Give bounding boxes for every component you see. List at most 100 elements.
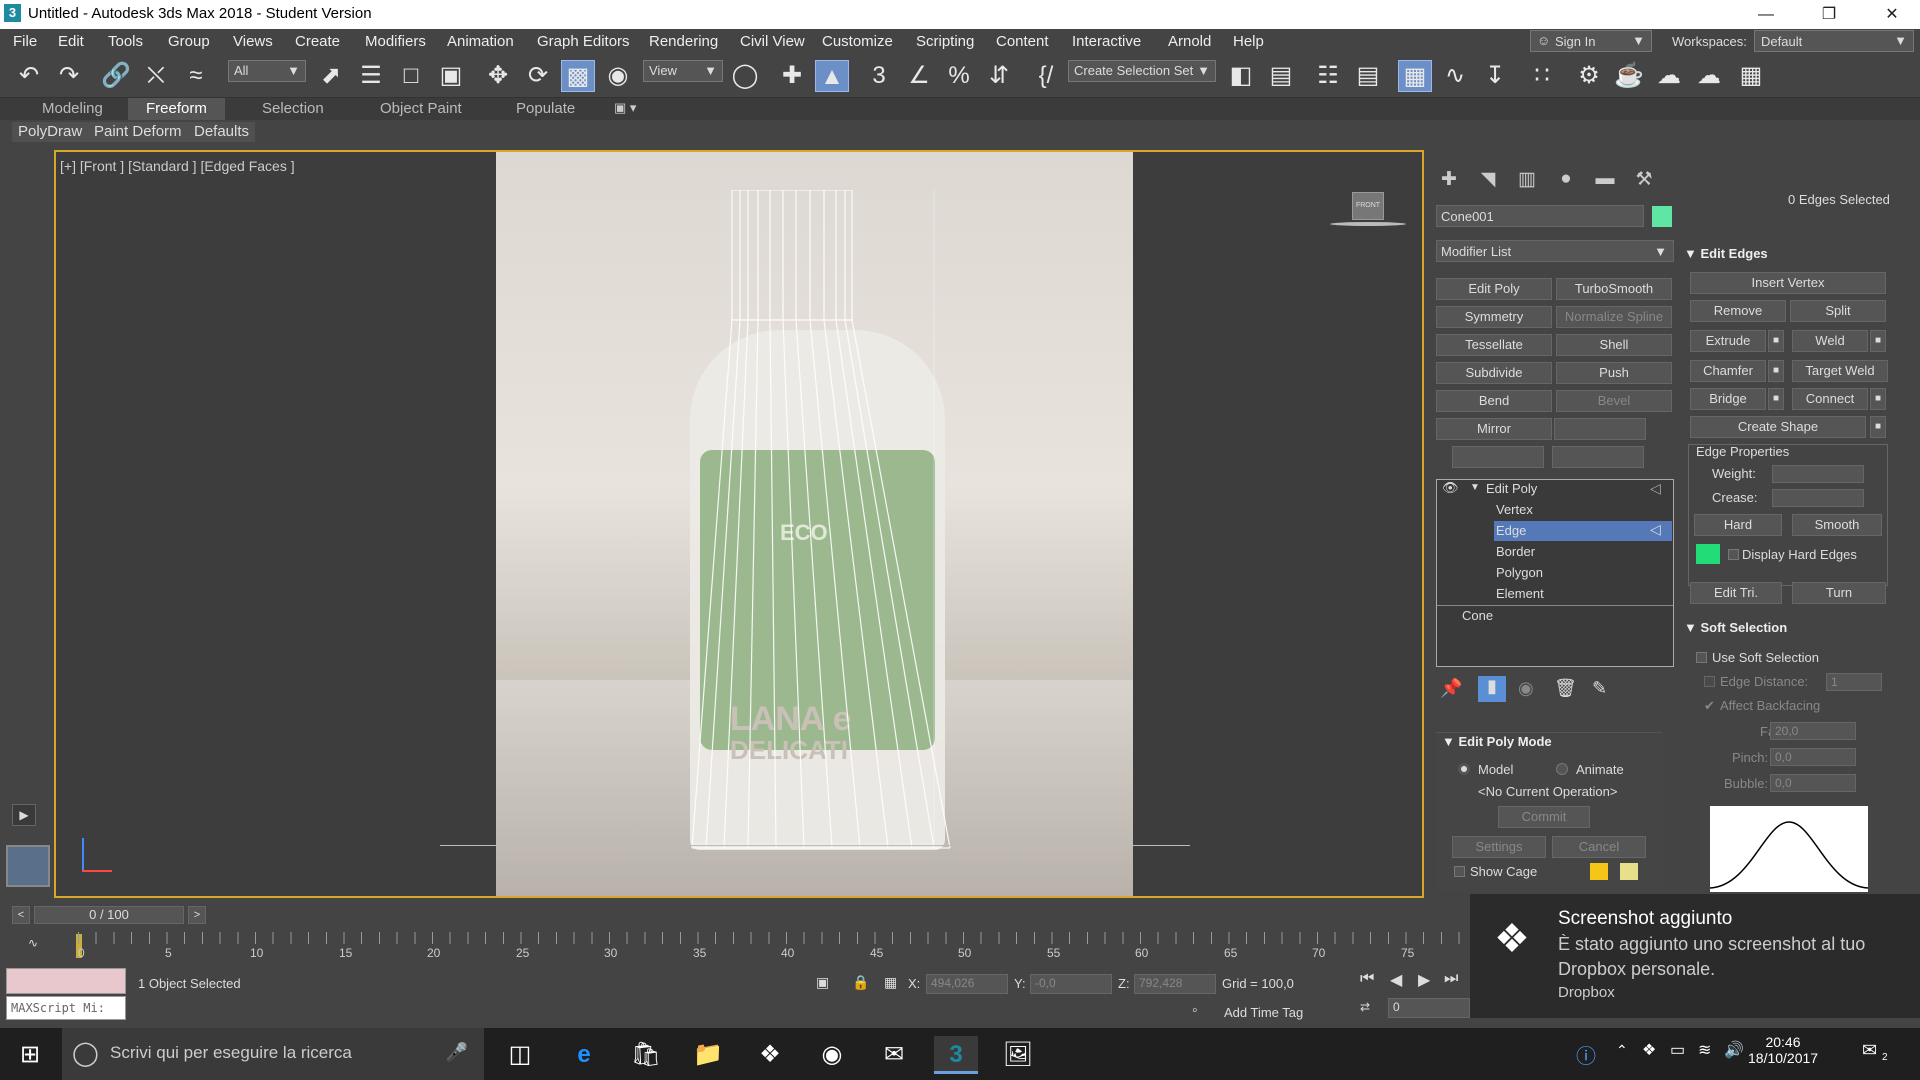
- mirror-button[interactable]: Mirror: [1436, 418, 1552, 440]
- menu-customize[interactable]: Customize: [822, 33, 893, 50]
- empty-modifier-button[interactable]: [1452, 446, 1544, 468]
- show-cage-checkbox[interactable]: [1454, 866, 1465, 877]
- absolute-mode-icon[interactable]: ▦: [884, 974, 897, 991]
- eye-icon[interactable]: 👁: [1442, 480, 1459, 496]
- utilities-tab-icon[interactable]: ⚒: [1627, 168, 1661, 194]
- percent-snap-icon[interactable]: %: [942, 60, 976, 92]
- edit-tri-button[interactable]: Edit Tri.: [1690, 582, 1782, 604]
- menu-group[interactable]: Group: [168, 33, 210, 50]
- stack-border[interactable]: Border: [1496, 542, 1535, 562]
- minimize-button[interactable]: —: [1740, 0, 1792, 29]
- edit-poly-button[interactable]: Edit Poly: [1436, 278, 1552, 300]
- soft-selection-title[interactable]: ▼ Soft Selection: [1684, 620, 1787, 635]
- edit-edges-title[interactable]: ▼ Edit Edges: [1684, 246, 1768, 261]
- file-explorer-icon[interactable]: 📁: [686, 1036, 730, 1074]
- angle-snap-icon[interactable]: ∠: [902, 60, 936, 92]
- menu-content[interactable]: Content: [996, 33, 1049, 50]
- dropbox-taskbar-icon[interactable]: ❖: [748, 1036, 792, 1074]
- tab-populate[interactable]: Populate: [516, 100, 575, 117]
- chamfer-settings-icon[interactable]: ■: [1768, 360, 1784, 382]
- hierarchy-tab-icon[interactable]: ▥: [1510, 168, 1544, 194]
- tessellate-button[interactable]: Tessellate: [1436, 334, 1552, 356]
- edge-distance-checkbox[interactable]: [1704, 676, 1715, 687]
- symmetry-button[interactable]: Symmetry: [1436, 306, 1552, 328]
- curve-editor-icon[interactable]: ∿: [1438, 60, 1472, 92]
- edge-distance-spinner[interactable]: 1: [1826, 673, 1882, 691]
- insert-vertex-button[interactable]: Insert Vertex: [1690, 272, 1886, 294]
- stack-edge[interactable]: Edge: [1496, 521, 1526, 541]
- menu-help[interactable]: Help: [1233, 33, 1264, 50]
- motion-tab-icon[interactable]: ●: [1549, 168, 1583, 194]
- place-icon[interactable]: ◉: [601, 60, 635, 92]
- goto-start-icon[interactable]: ⏮: [1360, 970, 1374, 988]
- menu-animation[interactable]: Animation: [447, 33, 514, 50]
- use-soft-selection-checkbox[interactable]: [1696, 652, 1707, 663]
- battery-icon[interactable]: ▭: [1670, 1040, 1685, 1060]
- menu-file[interactable]: File: [13, 33, 37, 50]
- time-slider[interactable]: 0 / 100: [34, 906, 184, 924]
- viewport-layout-tab[interactable]: [6, 845, 50, 887]
- layer-explorer-icon[interactable]: ▤: [1351, 60, 1385, 92]
- turn-button[interactable]: Turn: [1792, 582, 1886, 604]
- create-tab-icon[interactable]: ✚: [1432, 168, 1466, 194]
- render-production-icon[interactable]: ☁: [1652, 60, 1686, 92]
- volume-icon[interactable]: 🔊: [1724, 1040, 1744, 1060]
- polydraw-panel[interactable]: PolyDraw: [12, 122, 89, 142]
- bend-button[interactable]: Bend: [1436, 390, 1552, 412]
- maxscript-listener-pink[interactable]: [6, 968, 126, 994]
- split-button[interactable]: Split: [1790, 300, 1886, 322]
- connect-button[interactable]: Connect: [1792, 388, 1868, 410]
- help-tray-icon[interactable]: ⓘ: [1576, 1040, 1596, 1069]
- scene-explorer-icon[interactable]: ☷: [1311, 60, 1345, 92]
- curve-editor-mini-icon[interactable]: ∿: [28, 936, 38, 950]
- pinch-spinner[interactable]: 0,0: [1770, 748, 1856, 766]
- hard-edge-color-swatch[interactable]: [1696, 544, 1720, 564]
- object-color-swatch[interactable]: [1652, 206, 1672, 227]
- mail-icon[interactable]: ✉: [872, 1036, 916, 1074]
- create-shape-button[interactable]: Create Shape: [1690, 416, 1866, 438]
- render-activeshade-icon[interactable]: ☁: [1692, 60, 1726, 92]
- dropbox-tray-icon[interactable]: ❖: [1642, 1040, 1656, 1060]
- toggle-ribbon-icon[interactable]: ▦: [1398, 60, 1432, 92]
- defaults-panel[interactable]: Defaults: [188, 122, 256, 142]
- snaps-toggle-icon[interactable]: 3: [862, 60, 896, 92]
- photos-icon[interactable]: 🖼: [996, 1036, 1040, 1074]
- bubble-spinner[interactable]: 0,0: [1770, 774, 1856, 792]
- show-end-result-icon[interactable]: ▮: [1478, 676, 1506, 702]
- bind-space-warp-icon[interactable]: ≈: [179, 60, 213, 92]
- menu-scripting[interactable]: Scripting: [916, 33, 974, 50]
- spinner-snap-icon[interactable]: ⇵: [982, 60, 1016, 92]
- stack-edit-poly[interactable]: Edit Poly: [1486, 479, 1537, 499]
- y-coordinate[interactable]: -0,0: [1030, 974, 1112, 994]
- modifier-stack[interactable]: [1436, 479, 1674, 667]
- triangle-down-icon[interactable]: ▼: [1470, 482, 1480, 493]
- stack-cone[interactable]: Cone: [1462, 606, 1493, 626]
- bevel-button[interactable]: Bevel: [1556, 390, 1672, 412]
- smooth-button[interactable]: Smooth: [1792, 514, 1882, 536]
- create-shape-settings-icon[interactable]: ■: [1870, 416, 1886, 438]
- close-button[interactable]: ✕: [1866, 0, 1918, 29]
- align-icon[interactable]: ▤: [1264, 60, 1298, 92]
- object-name-input[interactable]: Cone001: [1436, 205, 1644, 227]
- x-coordinate[interactable]: 494,026: [926, 974, 1008, 994]
- weld-settings-icon[interactable]: ■: [1870, 330, 1886, 352]
- connect-settings-icon[interactable]: ■: [1870, 388, 1886, 410]
- edit-named-selection-icon[interactable]: {/: [1029, 60, 1063, 92]
- weight-spinner[interactable]: [1772, 465, 1864, 483]
- menu-graph-editors[interactable]: Graph Editors: [537, 33, 630, 50]
- maxscript-input[interactable]: MAXScript Mi:: [6, 996, 126, 1020]
- windows-start-icon[interactable]: ⊞: [8, 1036, 52, 1074]
- taskbar-clock[interactable]: 20:46 18/10/2017: [1748, 1034, 1818, 1066]
- stack-vertex[interactable]: Vertex: [1496, 500, 1533, 520]
- material-editor-icon[interactable]: ∷: [1525, 60, 1559, 92]
- crease-spinner[interactable]: [1772, 489, 1864, 507]
- move-icon[interactable]: ✥: [481, 60, 515, 92]
- taskbar-search[interactable]: ◯ Scrivi qui per eseguire la ricerca 🎤: [62, 1028, 484, 1080]
- select-object-icon[interactable]: ⬈: [314, 60, 348, 92]
- remove-button[interactable]: Remove: [1690, 300, 1786, 322]
- paint-deform-panel[interactable]: Paint Deform: [88, 122, 188, 142]
- weld-button[interactable]: Weld: [1792, 330, 1868, 352]
- action-center-icon[interactable]: ✉: [1862, 1040, 1877, 1061]
- isolate-selection-icon[interactable]: ▣: [816, 974, 829, 991]
- bridge-button[interactable]: Bridge: [1690, 388, 1766, 410]
